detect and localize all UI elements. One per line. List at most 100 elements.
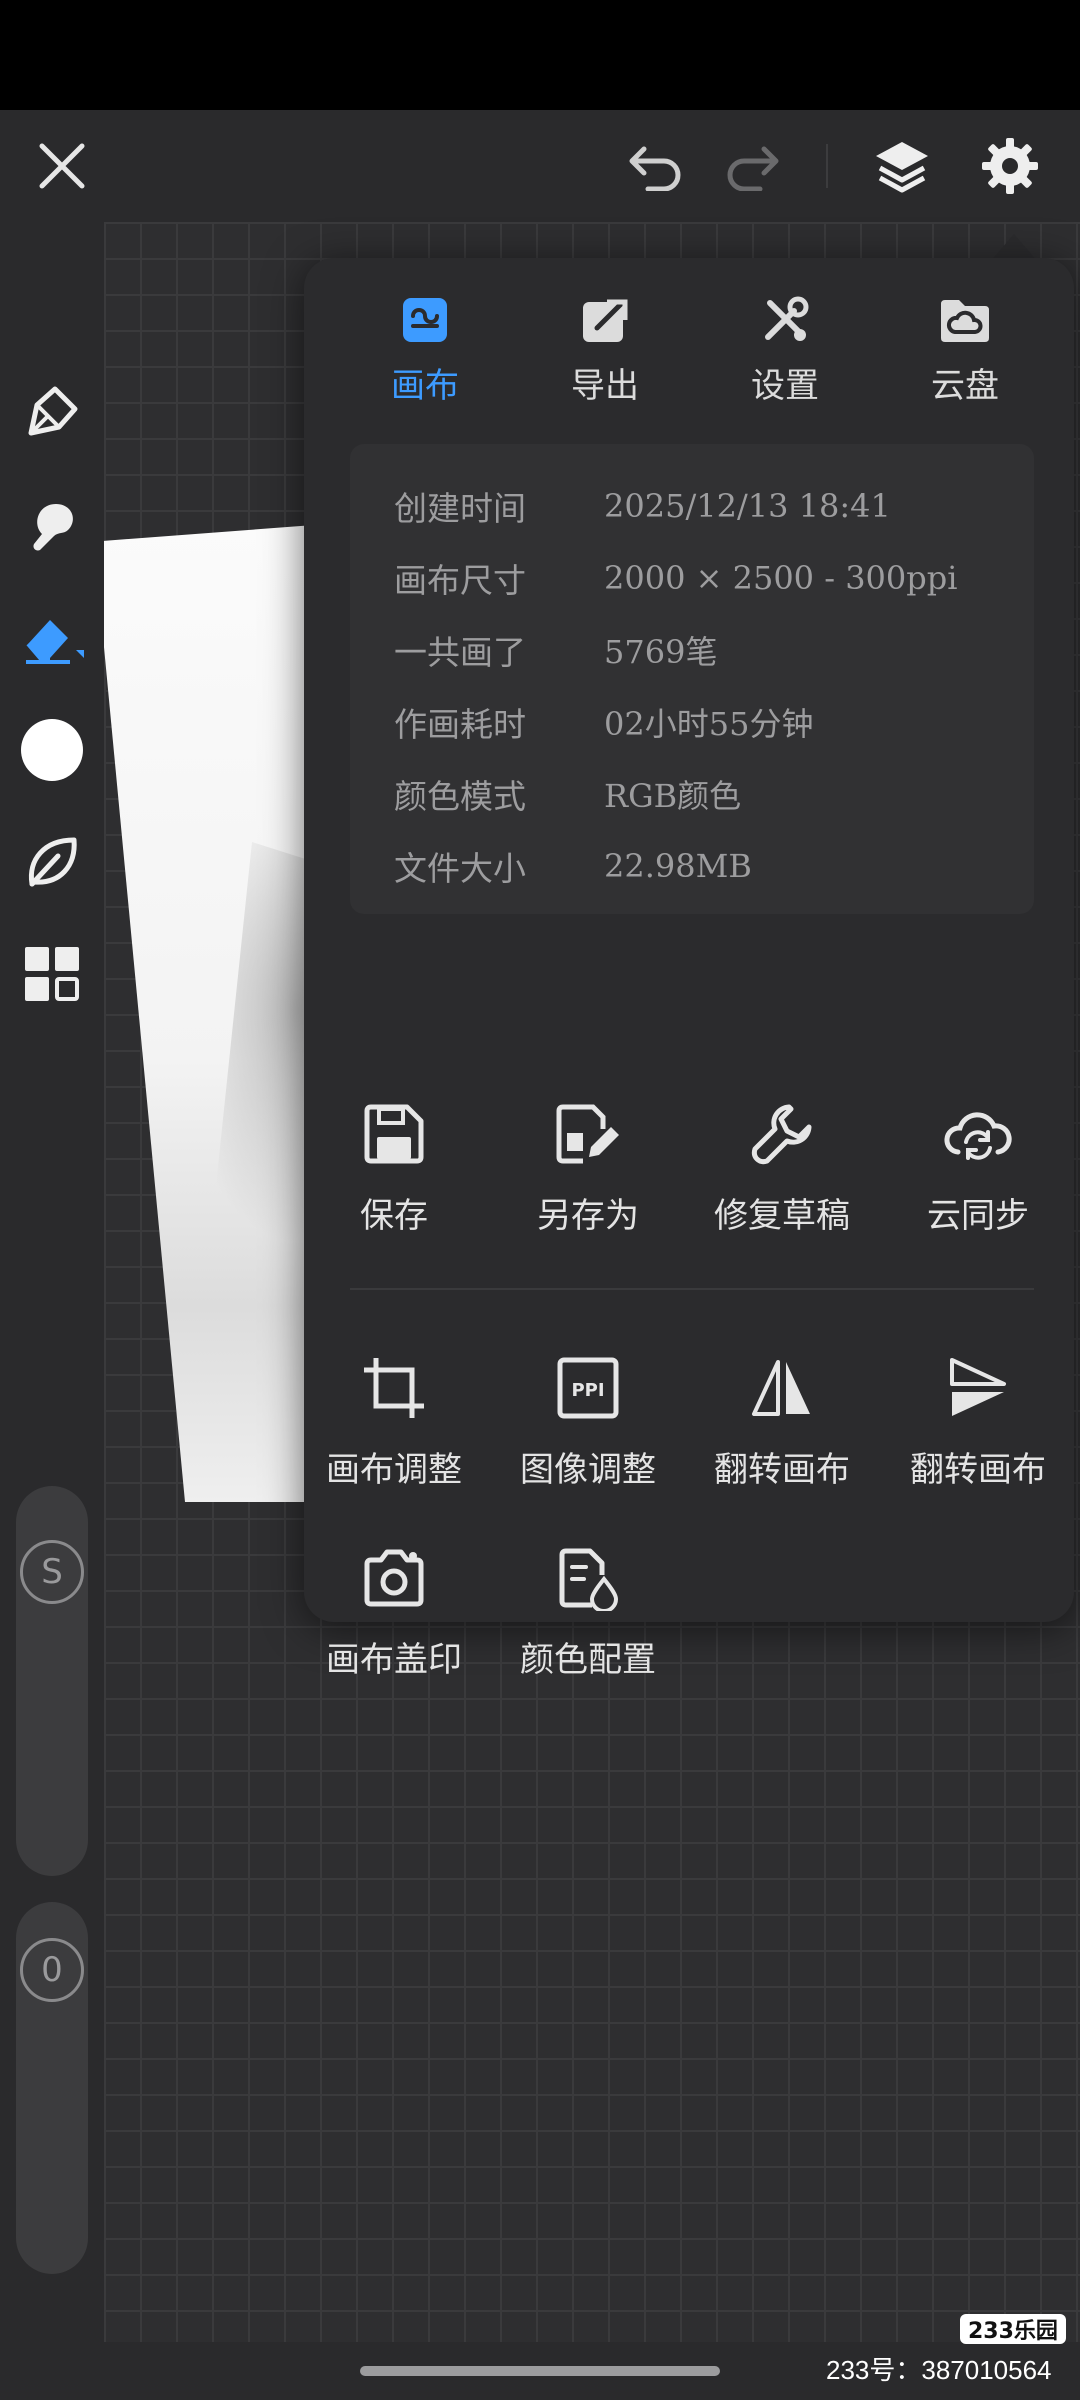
home-indicator[interactable] (360, 2366, 720, 2376)
info-row-file-size: 文件大小 22.98MB (394, 842, 752, 890)
watermark-id: 233号：387010564 (826, 2355, 1052, 2385)
settings-button[interactable] (972, 130, 1048, 202)
info-value: 22.98MB (604, 847, 752, 885)
size-label: S (41, 1552, 63, 1592)
tab-label: 云盘 (931, 366, 999, 406)
action-label: 修复草稿 (714, 1196, 850, 1236)
action-label: 画布调整 (326, 1450, 462, 1490)
more-tools-button[interactable] (18, 940, 86, 1008)
ppi-icon: PPI (557, 1357, 619, 1419)
flip-horizontal-button[interactable]: 翻转画布 (692, 1350, 872, 1510)
save-as-button[interactable]: 另存为 (498, 1096, 678, 1256)
save-button[interactable]: 保存 (304, 1096, 484, 1256)
top-toolbar (0, 110, 1080, 222)
tab-export[interactable]: 导出 (520, 294, 690, 414)
info-row-strokes: 一共画了 5769笔 (394, 626, 717, 674)
canvas-menu-popup: 画布 导出 设置 云盘 创建时间 2025/12/13 18:41 画布尺寸 2… (304, 258, 1074, 1680)
pen-icon (28, 386, 78, 436)
info-key: 画布尺寸 (394, 561, 526, 600)
color-profile-icon (559, 1548, 619, 1611)
info-row-color-mode: 颜色模式 RGB颜色 (394, 770, 741, 818)
info-value: 2025/12/13 18:41 (604, 487, 891, 525)
left-toolbar: S 0 (0, 222, 104, 2342)
opacity-label: 0 (41, 1950, 63, 1990)
action-label: 云同步 (927, 1196, 1029, 1236)
flip-vertical-button[interactable]: 翻转画布 (888, 1350, 1068, 1510)
tab-label: 导出 (571, 366, 639, 406)
pen-tool-button[interactable] (18, 378, 86, 446)
info-value: 2000 × 2500 - 300ppi (604, 559, 958, 597)
canvas-adjust-button[interactable]: 画布调整 (304, 1350, 484, 1510)
redo-icon (727, 146, 779, 191)
status-bar (0, 0, 1080, 110)
info-value: RGB颜色 (604, 777, 742, 815)
tab-settings[interactable]: 设置 (700, 294, 870, 414)
canvas-stamp-button[interactable]: 画布盖印 (304, 1540, 484, 1700)
brush-size-knob[interactable]: S (20, 1540, 84, 1604)
opacity-knob[interactable]: 0 (20, 1938, 84, 2002)
file-actions-row: 保存 另存为 修复草稿 云同步 (304, 1096, 1074, 1256)
info-value: 5769笔 (604, 633, 718, 671)
eraser-tool-button[interactable] (18, 602, 86, 670)
flip-horizontal-icon (752, 1360, 810, 1416)
info-row-created: 创建时间 2025/12/13 18:41 (394, 482, 891, 530)
popup-tabs: 画布 导出 设置 云盘 (304, 294, 1074, 414)
layers-button[interactable] (864, 130, 940, 202)
action-label: 另存为 (537, 1196, 639, 1236)
tab-cloud[interactable]: 云盘 (880, 294, 1050, 414)
tab-label: 画布 (391, 366, 459, 406)
cloud-folder-icon (941, 300, 989, 342)
leaf-icon (28, 837, 77, 887)
canvas-icon (403, 298, 447, 342)
info-key: 作画耗时 (394, 705, 526, 744)
tab-canvas[interactable]: 画布 (340, 294, 510, 414)
color-picker-button[interactable] (18, 716, 86, 784)
info-key: 文件大小 (394, 849, 526, 888)
cloud-sync-button[interactable]: 云同步 (888, 1096, 1068, 1256)
canvas-info-panel: 创建时间 2025/12/13 18:41 画布尺寸 2000 × 2500 -… (350, 444, 1034, 914)
action-label: 保存 (360, 1196, 428, 1236)
color-profile-button[interactable]: 颜色配置 (498, 1540, 678, 1700)
tab-label: 设置 (751, 366, 819, 406)
undo-button[interactable] (620, 134, 692, 198)
redo-button[interactable] (716, 134, 788, 198)
info-key: 一共画了 (394, 633, 526, 672)
info-row-duration: 作画耗时 02小时55分钟 (394, 698, 813, 746)
layers-icon (876, 142, 928, 193)
close-icon (39, 143, 85, 189)
image-adjust-button[interactable]: PPI 图像调整 (498, 1350, 678, 1510)
section-divider (350, 1288, 1034, 1290)
wrench-icon (751, 1104, 812, 1165)
smudge-icon (33, 504, 73, 551)
action-label: 翻转画布 (714, 1450, 850, 1490)
svg-text:PPI: PPI (571, 1380, 604, 1401)
flip-vertical-icon (950, 1358, 1006, 1416)
action-label: 翻转画布 (910, 1450, 1046, 1490)
grid-icon (25, 947, 79, 1001)
drawing-app: S 0 画布 导出 设置 云盘 创建时间 2025/12/13 18:41 画布… (0, 110, 1080, 2400)
watermark-logo: 233乐园 (960, 2314, 1066, 2344)
camera-icon (364, 1549, 424, 1607)
leaf-tool-button[interactable] (18, 828, 86, 896)
action-label: 画布盖印 (326, 1640, 462, 1680)
close-button[interactable] (28, 132, 96, 200)
info-key: 创建时间 (394, 489, 526, 528)
export-icon (583, 299, 628, 342)
smudge-tool-button[interactable] (18, 490, 86, 558)
tools-icon (765, 296, 809, 341)
extra-actions-row: 画布盖印 颜色配置 (304, 1540, 1074, 1700)
canvas-actions-row: 画布调整 PPI 图像调整 翻转画布 翻转画布 (304, 1350, 1074, 1510)
current-color-swatch (21, 719, 83, 781)
action-label: 颜色配置 (520, 1640, 656, 1680)
repair-draft-button[interactable]: 修复草稿 (692, 1096, 872, 1256)
action-label: 图像调整 (520, 1450, 656, 1490)
save-as-icon (556, 1104, 619, 1164)
info-row-size: 画布尺寸 2000 × 2500 - 300ppi (394, 554, 957, 602)
crop-icon (364, 1358, 424, 1418)
info-value: 02小时55分钟 (604, 705, 814, 743)
undo-icon (629, 146, 681, 191)
save-icon (364, 1104, 424, 1164)
cloud-sync-icon (944, 1112, 1012, 1160)
eraser-icon (26, 620, 84, 664)
info-key: 颜色模式 (394, 777, 526, 816)
